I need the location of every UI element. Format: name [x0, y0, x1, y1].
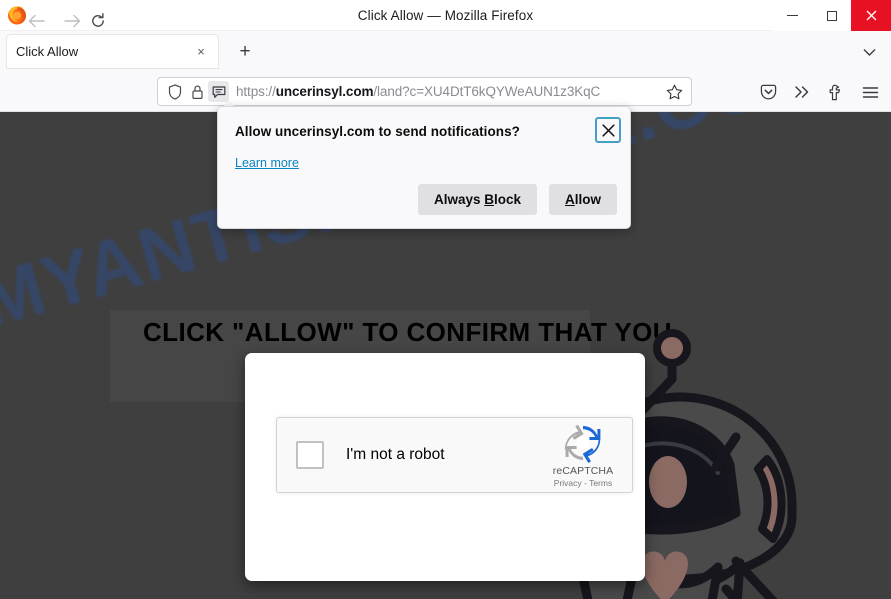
title-bar: Click Allow — Mozilla Firefox — [0, 0, 891, 31]
shield-icon[interactable] — [164, 82, 186, 102]
toolbar-icons — [751, 79, 887, 105]
padlock-icon[interactable] — [186, 82, 208, 102]
url-host: uncerinsyl.com — [275, 84, 374, 99]
recaptcha-label: I'm not a robot — [346, 446, 445, 463]
browser-window: Click Allow — Mozilla Firefox Click Allo… — [0, 0, 891, 599]
address-bar[interactable]: https://uncerinsyl.com/land?c=XU4DtT6kQY… — [157, 77, 692, 106]
account-icon[interactable] — [819, 79, 853, 105]
tab-label: Click Allow — [16, 44, 79, 59]
recaptcha-links[interactable]: Privacy - Terms — [554, 478, 612, 488]
url-scheme: https:// — [236, 84, 276, 99]
notification-permission-icon[interactable] — [208, 81, 229, 102]
close-icon[interactable] — [595, 117, 621, 143]
double-chevron-icon[interactable] — [785, 79, 819, 105]
reload-icon[interactable] — [86, 9, 110, 33]
tab-strip: Click Allow × + — [0, 31, 891, 71]
hamburger-menu-icon[interactable] — [853, 79, 887, 105]
forward-arrow-icon[interactable] — [60, 9, 84, 33]
tab-click-allow[interactable]: Click Allow × — [6, 34, 219, 69]
url-text[interactable]: https://uncerinsyl.com/land?c=XU4DtT6kQY… — [229, 84, 663, 99]
maximize-button[interactable] — [812, 0, 851, 31]
recaptcha-widget[interactable]: I'm not a robot reCAPTCHA Privacy - Term… — [276, 417, 633, 493]
url-path: /land?c=XU4DtT6kQYWeAUN1z3KqC — [373, 84, 601, 99]
close-tab-icon[interactable]: × — [193, 45, 209, 58]
doorhanger-buttons: Always Block Allow — [417, 184, 617, 215]
pocket-icon[interactable] — [751, 79, 785, 105]
notification-permission-dialog: Allow uncerinsyl.com to send notificatio… — [217, 106, 631, 229]
recaptcha-brand-name: reCAPTCHA — [552, 465, 614, 477]
allow-suffix: llow — [574, 192, 601, 207]
recaptcha-checkbox[interactable] — [296, 441, 324, 469]
back-arrow-icon[interactable] — [24, 9, 48, 33]
learn-more-link[interactable]: Learn more — [235, 156, 299, 170]
always-block-accesskey: B — [484, 192, 494, 207]
recaptcha-logo-icon — [562, 422, 604, 464]
star-icon[interactable] — [663, 84, 685, 100]
minimize-button[interactable] — [773, 0, 812, 31]
close-window-button[interactable] — [851, 0, 891, 31]
allow-button[interactable]: Allow — [549, 184, 617, 215]
new-tab-button[interactable]: + — [232, 40, 258, 64]
always-block-button[interactable]: Always Block — [417, 184, 537, 215]
recaptcha-branding: reCAPTCHA Privacy - Terms — [538, 422, 628, 488]
window-title: Click Allow — Mozilla Firefox — [357, 8, 534, 23]
allow-accesskey: A — [565, 192, 575, 207]
doorhanger-title: Allow uncerinsyl.com to send notificatio… — [235, 124, 520, 139]
always-block-prefix: Always — [433, 192, 485, 207]
list-all-tabs-icon[interactable] — [857, 41, 881, 63]
window-controls — [773, 0, 891, 31]
captcha-dialog: I'm not a robot reCAPTCHA Privacy - Term… — [245, 353, 645, 581]
always-block-suffix: lock — [493, 192, 521, 207]
